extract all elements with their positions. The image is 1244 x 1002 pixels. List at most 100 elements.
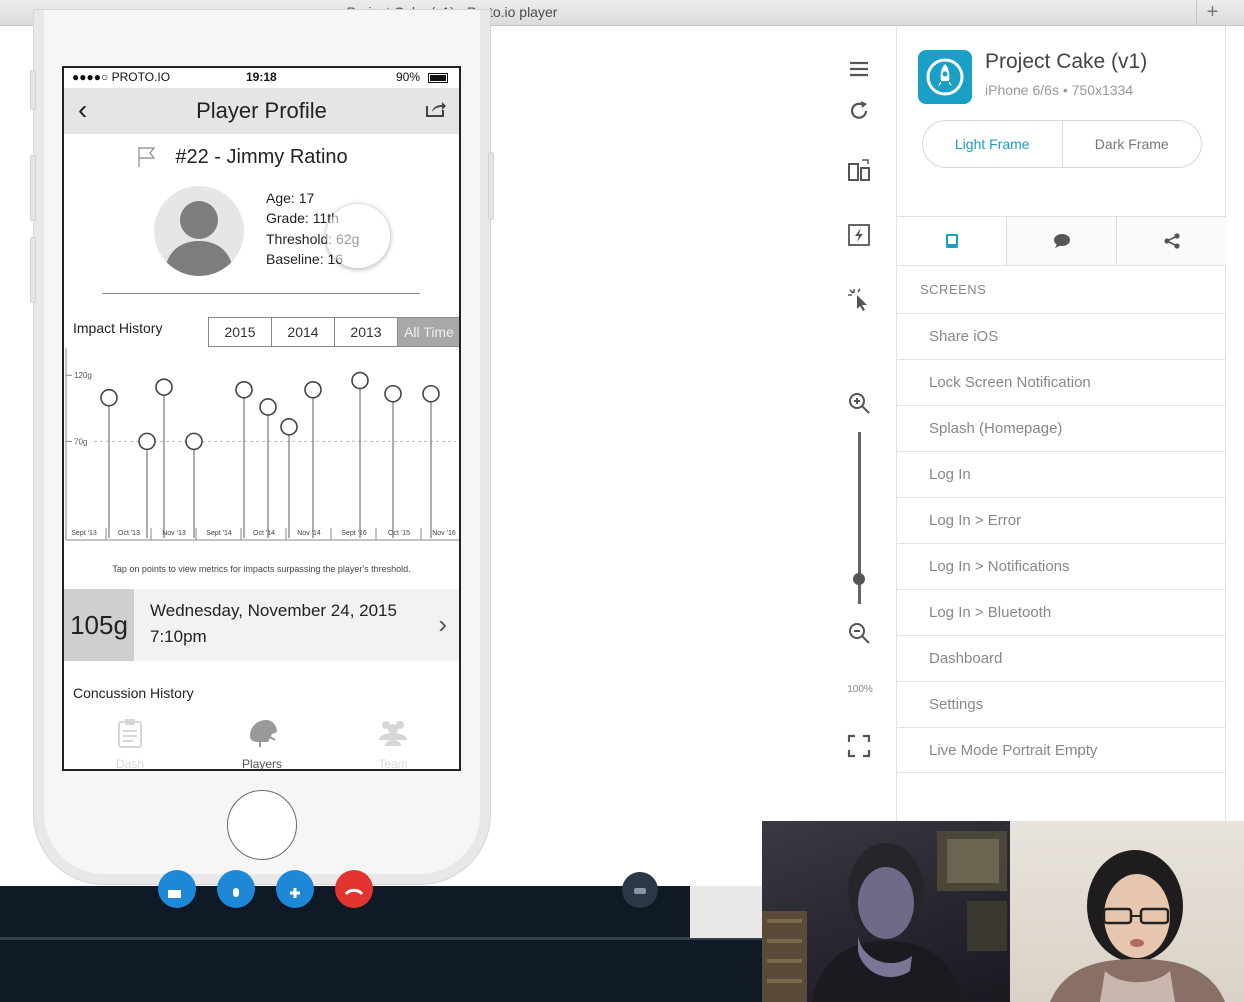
fullscreen-icon[interactable] (846, 733, 872, 759)
chart-point (351, 371, 369, 390)
participant-video-2 (1010, 821, 1244, 1002)
screen-item[interactable]: Log In > Notifications (897, 543, 1226, 589)
tab-share[interactable] (1117, 217, 1226, 265)
chart-point (185, 432, 203, 451)
phone-mute-switch (30, 70, 36, 110)
status-battery: 90% (396, 70, 421, 84)
clipboard-icon (118, 719, 142, 748)
project-app-icon (918, 50, 972, 104)
chevron-right-icon: › (438, 609, 447, 639)
call-bar-gray-block (690, 886, 762, 938)
tab-comments[interactable] (1007, 217, 1117, 265)
phone-volume-down (30, 237, 36, 303)
dark-frame-button[interactable]: Dark Frame (1063, 121, 1202, 167)
impact-value: 105g (64, 589, 134, 661)
chart-x-tick-label: Sept '16 (341, 530, 367, 537)
helmet-icon (250, 720, 277, 747)
tab-2014[interactable]: 2014 (272, 318, 335, 346)
chart-point (422, 384, 440, 403)
impact-time: 7:10pm (150, 627, 207, 646)
chart-caption: Tap on points to view metrics for impact… (112, 564, 411, 574)
light-frame-button[interactable]: Light Frame (923, 121, 1063, 167)
chart-point (235, 380, 253, 399)
year-tabs: 2015 2014 2013 All Time (208, 317, 459, 347)
participant-1-image (762, 831, 1007, 1002)
hotspot-pointer-icon[interactable] (846, 286, 872, 312)
screen-item[interactable]: Splash (Homepage) (897, 405, 1226, 451)
player-age: Age: 17 (266, 190, 315, 206)
tab-all-time[interactable]: All Time (398, 318, 459, 346)
rocket-icon (926, 58, 964, 96)
rotate-device-icon[interactable] (846, 158, 872, 184)
home-button[interactable] (227, 790, 297, 860)
chart-point (100, 388, 118, 407)
tab-2013[interactable]: 2013 (335, 318, 398, 346)
zoom-out-icon[interactable] (846, 620, 872, 646)
share-icon[interactable] (425, 100, 447, 118)
comment-icon (1053, 234, 1070, 248)
chart-point (280, 418, 298, 436)
plus-icon (290, 888, 300, 898)
chart-x-tick-label: Nov '16 (432, 530, 456, 537)
panel-tabs (897, 216, 1226, 266)
tab-screens[interactable] (897, 217, 1007, 265)
latest-impact-card[interactable]: 105g Wednesday, November 24, 2015 7:10pm… (64, 589, 459, 661)
screen-item[interactable]: Lock Screen Notification (897, 359, 1226, 405)
mic-button[interactable] (217, 870, 255, 908)
menu-icon[interactable] (846, 56, 872, 82)
zoom-level: 100% (847, 684, 873, 695)
screen-item[interactable]: Share iOS (897, 313, 1226, 359)
page-title: Player Profile (196, 98, 327, 123)
impact-date: Wednesday, November 24, 2015 (150, 601, 397, 620)
chart-x-tick-label: Nov '14 (297, 530, 321, 537)
impact-chart: 120g 70g Sept '13 Oct '13 Nov '13 Sept '14 Oc… (65, 348, 459, 541)
status-time: 19:18 (246, 70, 277, 84)
microphone-icon (233, 888, 239, 897)
chart-point (138, 432, 156, 451)
zoom-slider-handle[interactable] (853, 573, 865, 585)
hang-up-icon (344, 888, 364, 896)
tabbar-team-label: Team (378, 757, 408, 771)
tabbar-players[interactable]: Players (197, 710, 327, 769)
phone-power-button (488, 152, 494, 220)
chart-points (100, 371, 440, 451)
chart-point (259, 398, 277, 416)
refresh-icon[interactable] (846, 98, 872, 124)
project-device: iPhone 6/6s • 750x1334 (985, 82, 1134, 98)
chart-x-tick-label: Nov '13 (162, 530, 186, 537)
participant-2-image (1050, 850, 1225, 1002)
chart-y-tick-label: 70g (74, 437, 87, 446)
share-nodes-icon (1163, 233, 1180, 249)
screen-item[interactable]: Log In > Error (897, 497, 1226, 543)
tab-2015[interactable]: 2015 (209, 318, 272, 346)
cursor-magnifier (326, 204, 390, 268)
concussion-history-label: Concussion History (73, 685, 194, 701)
chart-grid: 120g 70g (65, 348, 459, 541)
impact-history-label: Impact History (73, 320, 163, 336)
tabbar-dash[interactable]: Dash (65, 710, 195, 769)
chart-point (304, 380, 322, 399)
screen-item[interactable]: Dashboard (897, 635, 1226, 681)
screen-item[interactable]: Log In > Bluetooth (897, 589, 1226, 635)
tabbar-team[interactable]: Team (328, 710, 458, 771)
video-button[interactable] (158, 870, 196, 908)
screen-item[interactable]: Settings (897, 681, 1226, 727)
add-participant-button[interactable] (276, 870, 314, 908)
video-camera-icon (168, 890, 181, 898)
new-tab-button[interactable]: + (1196, 0, 1228, 26)
chat-button[interactable] (622, 872, 658, 908)
hang-up-button[interactable] (335, 870, 373, 908)
player-name: #22 - Jimmy Ratino (175, 146, 348, 168)
flash-icon[interactable] (846, 222, 872, 248)
screen-item[interactable]: Live Mode Portrait Empty (897, 727, 1226, 773)
zoom-in-icon[interactable] (846, 390, 872, 416)
team-icon (379, 721, 407, 746)
chart-point (155, 378, 173, 396)
avatar (154, 186, 244, 276)
chart-x-tick-label: Sept '14 (206, 530, 232, 537)
phone-volume-up (30, 155, 36, 221)
status-carrier: ●●●●○ PROTO.IO (72, 70, 171, 84)
screen-list: Share iOS Lock Screen Notification Splas… (897, 313, 1226, 773)
battery-icon (428, 73, 448, 83)
screen-item[interactable]: Log In (897, 451, 1226, 497)
